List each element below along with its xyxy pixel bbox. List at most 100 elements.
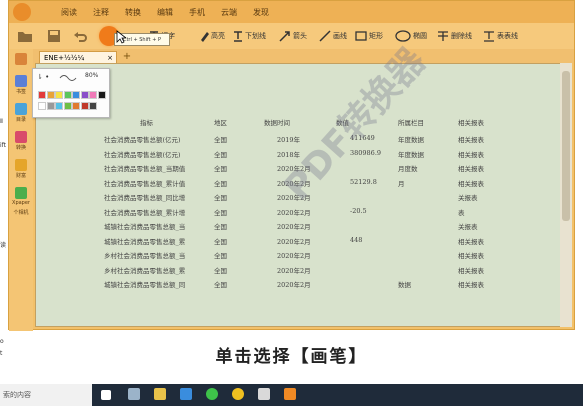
stroke-width-selector[interactable]: ⇂ • [37,73,49,81]
color-swatch[interactable] [80,91,89,99]
color-swatch[interactable] [97,91,106,99]
table-cell: 2020年2月 [277,252,311,260]
table-cell[interactable]: 相关报表 [458,178,484,188]
line-style-icon[interactable] [59,73,79,81]
color-swatch[interactable] [38,91,46,99]
color-swatch[interactable] [72,102,80,110]
desktop-strip-text: Ⅱ [0,118,3,125]
menu-edit[interactable]: 编辑 [157,7,173,18]
color-swatch[interactable] [55,91,63,99]
table-cell: 社会消费品零售总额_当期值 [104,165,186,173]
table-cell: 2020年2月 [277,208,311,217]
table-cell: -20.5 [350,206,367,215]
sidebar-item-convert[interactable]: 转换 [9,131,33,151]
menu-read[interactable]: 阅读 [61,7,77,18]
table-cell: 2020年2月 [277,237,311,246]
color-swatch[interactable] [89,102,97,110]
table-cell: 社会消费品零售总额(亿元) [104,150,181,159]
menu-discover[interactable]: 发现 [253,7,269,18]
color-swatch[interactable] [72,91,80,99]
app-logo-icon[interactable] [13,3,31,21]
highlight-tool-button[interactable]: 高亮 [199,23,225,49]
sidebar-item-camera[interactable]: 个相机 [9,209,33,216]
rectangle-icon [355,31,367,41]
color-swatch[interactable] [63,102,72,110]
strike-tool-button[interactable]: 删除线 [437,23,472,49]
table-cell[interactable]: 关报表 [458,192,478,202]
table-cell: 全国 [214,179,227,188]
table-cell[interactable]: 相关报表 [458,250,484,260]
rect-tool-button[interactable]: 矩形 [355,23,383,49]
open-folder-icon[interactable] [17,23,35,49]
table-cell[interactable]: 相关报表 [458,149,484,159]
line-tool-button[interactable]: 画线 [319,23,347,49]
close-icon[interactable]: × [107,54,113,62]
app-icon[interactable] [258,388,270,400]
undo-icon[interactable] [73,23,89,49]
table-cell: 全国 [214,150,227,159]
table-line-tool-button[interactable]: 表表线 [483,23,518,49]
new-tab-button[interactable]: + [121,51,133,63]
menu-convert[interactable]: 转换 [125,7,141,18]
sidebar-item-bookmark[interactable]: 书签 [9,75,33,95]
table-cell: 全国 [214,136,227,144]
table-cell: 年度数据 [398,136,424,144]
color-swatch[interactable] [89,91,97,99]
arrow-tool-button[interactable]: 箭头 [279,23,307,49]
left-sidebar: 书签 目录 转换 财富 Xpaper 个相机 [9,49,33,331]
table-cell[interactable]: 关报表 [458,221,478,231]
sidebar-item-toc[interactable]: 目录 [9,103,33,123]
xpaper-icon [15,187,27,199]
sidebar-item-wealth[interactable]: 财富 [9,159,33,179]
toc-icon [15,103,27,115]
color-swatch[interactable] [55,102,63,110]
color-swatch[interactable] [46,91,55,99]
table-cell[interactable]: 相关报表 [458,265,484,275]
pdf-converter-icon[interactable] [284,388,296,400]
table-cell: 社会消费品零售总额_同比增 [104,194,186,202]
desktop-strip-text: ift [0,142,7,149]
tab-label: ENE+½½¼ [44,53,85,62]
color-swatch[interactable] [46,102,55,110]
table-cell: 448 [350,235,363,244]
table-cell[interactable]: 表 [458,207,465,217]
menu-mobile[interactable]: 手机 [189,7,205,18]
qq-icon[interactable] [232,388,244,400]
table-cell: 全国 [214,252,227,260]
table-cell[interactable]: 相关报表 [458,279,484,289]
toolbar: 打字 高亮 下划线 箭头 画线 矩形 椭圆 删除线 表表线 [9,23,574,49]
underline-tool-button[interactable]: 下划线 [233,23,266,49]
table-cell: 全国 [214,266,227,275]
file-explorer-icon[interactable] [154,388,166,400]
document-tab[interactable]: ENE+½½¼ × [39,51,117,63]
arrow-icon [279,31,290,42]
mouse-cursor-icon [116,30,126,44]
save-icon[interactable] [47,23,63,49]
taskbar-search-input[interactable]: 索的内容 [0,384,92,406]
color-swatch[interactable] [80,102,89,110]
color-swatch[interactable] [38,102,46,110]
store-icon[interactable] [128,388,140,400]
menu-cloud[interactable]: 云端 [221,7,237,18]
opacity-value[interactable]: 80% [85,72,98,79]
scrollbar-thumb[interactable] [562,71,570,221]
sidebar-item-xpaper[interactable]: Xpaper [9,187,33,206]
color-swatch[interactable] [63,91,72,99]
table-cell[interactable]: 相关报表 [458,236,484,246]
table-cell[interactable]: 相关报表 [458,163,484,173]
menu-annotate[interactable]: 注释 [93,7,109,18]
table-cell: 全国 [214,165,227,173]
table-cell: 城镇社会消费品零售总额_累 [104,237,186,246]
mail-icon[interactable] [180,388,192,400]
tab-bar: ENE+½½¼ × + [9,49,574,63]
table-cell: 社会消费品零售总额(亿元) [104,136,181,144]
table-cell: 52129.8 [350,177,377,186]
sidebar-collapse[interactable] [9,53,33,66]
table-cell: 城镇社会消费品零售总额_同 [104,281,186,289]
table-cell[interactable]: 相关报表 [458,134,484,144]
table-cell: 全国 [214,281,227,289]
bookmark-icon [15,75,27,87]
browser-icon[interactable] [206,388,218,400]
table-cell: 社会消费品零售总额_累计增 [104,208,186,217]
task-view-icon[interactable] [101,390,111,400]
